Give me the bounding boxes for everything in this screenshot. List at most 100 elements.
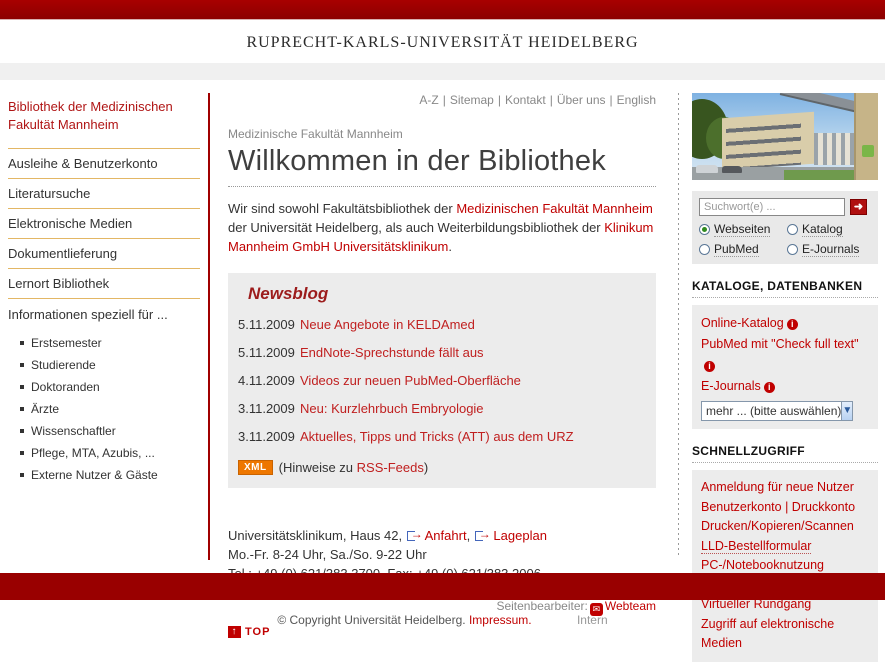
news-link[interactable]: EndNote-Sprechstunde fällt aus bbox=[300, 345, 484, 360]
catalogs-heading: KATALOGE, DATENBANKEN bbox=[692, 279, 878, 298]
news-date: 5.11.2009 bbox=[238, 345, 300, 360]
catalogs-box: Online-Katalogi PubMed mit "Check full t… bbox=[692, 305, 878, 429]
sidebar-item-literatursuche[interactable]: Literatursuche bbox=[8, 179, 200, 208]
news-row: 3.11.2009 Aktuelles, Tipps und Tricks (A… bbox=[238, 429, 644, 444]
top-arrow-icon: ↑ bbox=[228, 626, 241, 638]
sidebar-item-pflege[interactable]: Pflege, MTA, Azubis, ... bbox=[8, 442, 200, 464]
search-panel: ➜ Webseiten Katalog PubMed E-Journals bbox=[692, 191, 878, 264]
bullet-icon bbox=[20, 363, 24, 367]
sidebar-item-doktoranden[interactable]: Doktoranden bbox=[8, 376, 200, 398]
sidebar-item-erstsemester[interactable]: Erstsemester bbox=[8, 332, 200, 354]
news-date: 3.11.2009 bbox=[238, 401, 300, 416]
copyright-text: © Copyright Universität Heidelberg. bbox=[277, 613, 465, 627]
sidebar-item-elektronische-medien[interactable]: Elektronische Medien bbox=[8, 209, 200, 238]
radio-ejournals[interactable]: E-Journals bbox=[787, 242, 872, 257]
sub-item-label: Externe Nutzer & Gäste bbox=[31, 468, 158, 482]
info-icon[interactable]: i bbox=[704, 361, 715, 372]
sub-item-label: Erstsemester bbox=[31, 336, 102, 350]
sidebar-item-studierende[interactable]: Studierende bbox=[8, 354, 200, 376]
sidebar-sub-items: Erstsemester Studierende Doktoranden Ärz… bbox=[8, 332, 200, 486]
address-line-1: Universitätsklinikum, Haus 42, Anfahrt, … bbox=[228, 526, 656, 545]
drucken-link[interactable]: Drucken/Kopieren/Scannen bbox=[701, 519, 854, 533]
info-icon[interactable]: i bbox=[764, 382, 775, 393]
main-right-dotted-divider bbox=[678, 93, 679, 555]
radio-button-icon bbox=[787, 224, 798, 235]
intro-text: Wir sind sowohl Fakultätsbibliothek der bbox=[228, 201, 456, 216]
photo-foreground-column bbox=[854, 93, 878, 180]
radio-label: Katalog bbox=[802, 222, 843, 237]
intern-link[interactable]: Intern bbox=[577, 613, 608, 627]
sub-item-label: Pflege, MTA, Azubis, ... bbox=[31, 446, 155, 460]
sidebar-item-lernort-bibliothek[interactable]: Lernort Bibliothek bbox=[8, 269, 200, 298]
radio-button-icon bbox=[787, 244, 798, 255]
news-row: 4.11.2009 Videos zur neuen PubMed-Oberfl… bbox=[238, 373, 644, 388]
secondary-bar bbox=[0, 63, 885, 80]
radio-webseiten[interactable]: Webseiten bbox=[699, 222, 787, 237]
sidebar-red-divider bbox=[208, 93, 210, 560]
newsblog-box: Newsblog 5.11.2009 Neue Angebote in KELD… bbox=[228, 273, 656, 488]
pubmed-link[interactable]: PubMed mit "Check full text" bbox=[701, 337, 859, 351]
more-catalogs-select[interactable]: mehr ... (bitte auswählen) ▼ bbox=[701, 401, 853, 421]
news-row: 5.11.2009 EndNote-Sprechstunde fällt aus bbox=[238, 345, 644, 360]
separator: | bbox=[498, 93, 501, 107]
radio-button-icon bbox=[699, 244, 710, 255]
service-nav: A-Z|Sitemap|Kontakt|Über uns|English bbox=[228, 93, 656, 107]
top-label: TOP bbox=[245, 626, 270, 638]
separator: | bbox=[550, 93, 553, 107]
news-link[interactable]: Aktuelles, Tipps und Tricks (ATT) aus de… bbox=[300, 429, 574, 444]
news-row: 5.11.2009 Neue Angebote in KELDAmed bbox=[238, 317, 644, 332]
news-link[interactable]: Videos zur neuen PubMed-Oberfläche bbox=[300, 373, 521, 388]
nav-link-kontakt[interactable]: Kontakt bbox=[505, 93, 546, 107]
anmeldung-link[interactable]: Anmeldung für neue Nutzer bbox=[701, 480, 854, 494]
impressum-link[interactable]: Impressum. bbox=[469, 613, 532, 627]
sidebar-item-aerzte[interactable]: Ärzte bbox=[8, 398, 200, 420]
radio-katalog[interactable]: Katalog bbox=[787, 222, 872, 237]
back-to-top-link[interactable]: ↑ TOP bbox=[228, 626, 656, 638]
nav-link-sitemap[interactable]: Sitemap bbox=[450, 93, 494, 107]
nav-link-english[interactable]: English bbox=[617, 93, 656, 107]
external-link-icon bbox=[407, 530, 421, 540]
nav-link-ueber-uns[interactable]: Über uns bbox=[557, 93, 606, 107]
library-photo bbox=[692, 93, 878, 180]
search-row: ➜ bbox=[699, 198, 872, 216]
sub-item-label: Studierende bbox=[31, 358, 96, 372]
webteam-link[interactable]: Webteam bbox=[605, 599, 656, 613]
news-link[interactable]: Neue Angebote in KELDAmed bbox=[300, 317, 475, 332]
chevron-down-icon: ▼ bbox=[841, 402, 852, 420]
radio-label: PubMed bbox=[714, 242, 759, 257]
ejournals-link[interactable]: E-Journals bbox=[701, 379, 761, 393]
info-icon[interactable]: i bbox=[787, 319, 798, 330]
radio-label: Webseiten bbox=[714, 222, 770, 237]
news-link[interactable]: Neu: Kurzlehrbuch Embryologie bbox=[300, 401, 484, 416]
address-text: , bbox=[467, 528, 474, 543]
sub-item-label: Wissenschaftler bbox=[31, 424, 116, 438]
rss-feeds-link[interactable]: RSS-Feeds bbox=[357, 460, 424, 475]
catalog-row: E-Journalsi bbox=[701, 376, 869, 397]
rss-row: XML (Hinweise zu RSS-Feeds) bbox=[238, 460, 644, 475]
main-content: A-Z|Sitemap|Kontakt|Über uns|English Med… bbox=[228, 93, 656, 638]
online-katalog-link[interactable]: Online-Katalog bbox=[701, 316, 784, 330]
link-medizinische-fakultaet[interactable]: Medizinischen Fakultät Mannheim bbox=[456, 201, 653, 216]
anfahrt-link[interactable]: Anfahrt bbox=[425, 528, 467, 543]
sidebar-item-ausleihe[interactable]: Ausleihe & Benutzerkonto bbox=[8, 149, 200, 178]
radio-pubmed[interactable]: PubMed bbox=[699, 242, 787, 257]
footer: © Copyright Universität Heidelberg. Impr… bbox=[0, 613, 885, 627]
nav-link-az[interactable]: A-Z bbox=[419, 93, 438, 107]
quick-link-row: Benutzerkonto | Druckkonto bbox=[701, 498, 869, 518]
sidebar-item-wissenschaftler[interactable]: Wissenschaftler bbox=[8, 420, 200, 442]
lld-bestellformular-link[interactable]: LLD-Bestellformular bbox=[701, 539, 811, 554]
search-input[interactable] bbox=[699, 198, 845, 216]
select-value: mehr ... (bitte auswählen) bbox=[702, 404, 841, 418]
search-submit-arrow-button[interactable]: ➜ bbox=[850, 199, 867, 215]
sidebar-item-dokumentlieferung[interactable]: Dokumentlieferung bbox=[8, 239, 200, 268]
breadcrumb: Medizinische Fakultät Mannheim bbox=[228, 127, 656, 141]
benutzerkonto-link[interactable]: Benutzerkonto | Druckkonto bbox=[701, 500, 855, 514]
left-sidebar: Bibliothek der Medizinischen Fakultät Ma… bbox=[8, 98, 200, 486]
sidebar-library-title[interactable]: Bibliothek der Medizinischen Fakultät Ma… bbox=[8, 98, 200, 134]
pc-notebook-link[interactable]: PC-/Notebooknutzung bbox=[701, 558, 824, 572]
intro-text: . bbox=[448, 239, 452, 254]
sidebar-item-externe-nutzer[interactable]: Externe Nutzer & Gäste bbox=[8, 464, 200, 486]
xml-feed-badge[interactable]: XML bbox=[238, 460, 273, 475]
lageplan-link[interactable]: Lageplan bbox=[493, 528, 547, 543]
quick-link-row: Drucken/Kopieren/Scannen bbox=[701, 517, 869, 537]
